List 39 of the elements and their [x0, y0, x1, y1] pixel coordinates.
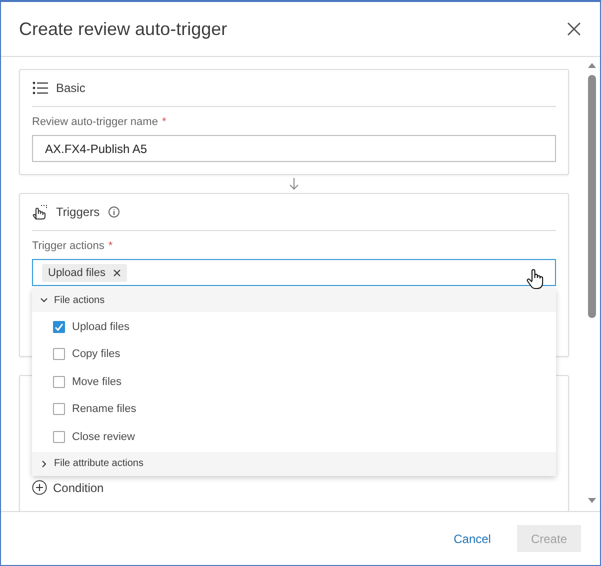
- checkbox[interactable]: [53, 376, 65, 388]
- text-field[interactable]: AX.FX4-Publish A5: [32, 135, 556, 162]
- list-icon: [32, 81, 48, 95]
- chip-remove-button[interactable]: [113, 268, 122, 276]
- multi-select-field[interactable]: Upload files: [32, 259, 556, 286]
- checkbox[interactable]: [53, 320, 65, 333]
- close-icon: [566, 21, 582, 37]
- group-header[interactable]: File actions: [32, 288, 556, 312]
- group-header[interactable]: File attribute actions: [32, 452, 556, 476]
- cancel-link[interactable]: Cancel: [442, 525, 503, 552]
- add-condition-button[interactable]: Condition: [32, 480, 104, 495]
- field-label: Review auto-trigger name: [32, 116, 158, 128]
- hand-pointer-icon: [32, 204, 48, 220]
- scroll-down-icon: [587, 497, 597, 505]
- option-label[interactable]: Upload files: [72, 320, 130, 333]
- chevron-right-icon: [40, 460, 48, 468]
- down-arrow-icon: [289, 178, 299, 190]
- checkbox[interactable]: [53, 348, 65, 360]
- scroll-up-icon: [587, 61, 597, 69]
- chip-label: Upload files: [48, 266, 106, 278]
- dialog-title: Create review auto-trigger: [19, 18, 228, 40]
- field-label: Trigger actions: [32, 240, 104, 252]
- option-label[interactable]: Close review: [72, 430, 135, 443]
- option-label[interactable]: Copy files: [72, 348, 120, 360]
- option-label[interactable]: Move files: [72, 376, 122, 388]
- plus-circle-icon: [32, 480, 47, 495]
- section-title: Triggers: [56, 205, 100, 219]
- close-icon: [113, 268, 122, 276]
- chevron-down-icon: [40, 296, 48, 304]
- close-button[interactable]: [566, 21, 582, 37]
- scrollbar-thumb[interactable]: [588, 75, 596, 318]
- option-label[interactable]: Rename files: [72, 403, 136, 416]
- required-mark: *: [108, 240, 113, 252]
- required-mark: *: [162, 116, 166, 128]
- section-title: Basic: [56, 81, 86, 95]
- checkbox[interactable]: [53, 403, 65, 416]
- hand-cursor-icon: [526, 268, 544, 290]
- check-icon: [54, 322, 64, 332]
- checkbox[interactable]: [53, 430, 65, 443]
